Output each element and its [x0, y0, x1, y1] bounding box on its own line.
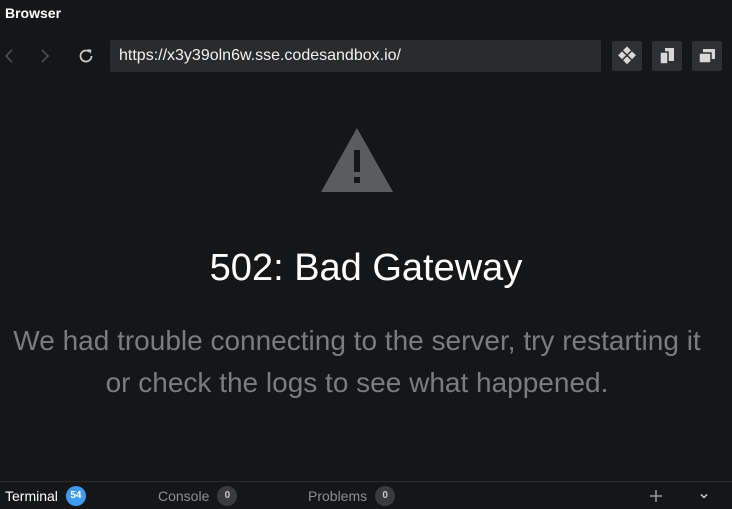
- error-title: 502: Bad Gateway: [209, 247, 523, 289]
- panel-header: Browser: [0, 0, 732, 28]
- tab-problems[interactable]: Problems 0: [308, 482, 396, 509]
- count-badge: 54: [65, 485, 86, 506]
- collapse-panel-button[interactable]: [694, 486, 714, 506]
- devtools-button[interactable]: [612, 41, 642, 71]
- tab-label: Console: [158, 487, 210, 504]
- chevron-right-icon: [41, 49, 50, 63]
- count-badge: 0: [217, 485, 238, 506]
- refresh-icon: [79, 49, 93, 63]
- tab-label: Problems: [308, 487, 368, 504]
- copy-button[interactable]: [652, 41, 682, 71]
- chevron-down-icon: [700, 493, 708, 499]
- add-terminal-button[interactable]: [646, 486, 666, 506]
- forward-button[interactable]: [34, 46, 54, 66]
- browser-navbar: [0, 38, 732, 74]
- error-message-line-1: We had trouble connecting to the server,…: [13, 325, 701, 356]
- count-badge: 0: [375, 485, 396, 506]
- back-button[interactable]: [0, 46, 20, 66]
- browser-viewport: 502: Bad Gateway We had trouble connecti…: [0, 80, 732, 480]
- browser-panel: Browser https://x3y39oln6w.sse.codesandb…: [0, 0, 732, 509]
- address-bar[interactable]: [110, 40, 601, 72]
- devtools-icon: [618, 46, 636, 65]
- url-input[interactable]: [119, 47, 601, 65]
- warning-triangle-icon: [321, 128, 393, 192]
- copy-icon: [659, 48, 674, 65]
- refresh-button[interactable]: [76, 46, 96, 66]
- tab-label: Terminal: [5, 487, 58, 504]
- error-message-line-2: or check the logs to see what happened.: [105, 367, 609, 398]
- tab-console[interactable]: Console 0: [158, 482, 238, 509]
- bottom-panel-tabs: Terminal 54 Console 0 Problems 0: [0, 481, 732, 509]
- tab-terminal[interactable]: Terminal 54: [5, 482, 86, 509]
- plus-icon: [650, 490, 662, 502]
- open-in-new-window-icon: [698, 49, 715, 64]
- chevron-left-icon: [4, 49, 13, 63]
- panel-title: Browser: [5, 5, 62, 21]
- error-message: We had trouble connecting to the server,…: [0, 320, 723, 404]
- open-new-window-button[interactable]: [692, 41, 722, 71]
